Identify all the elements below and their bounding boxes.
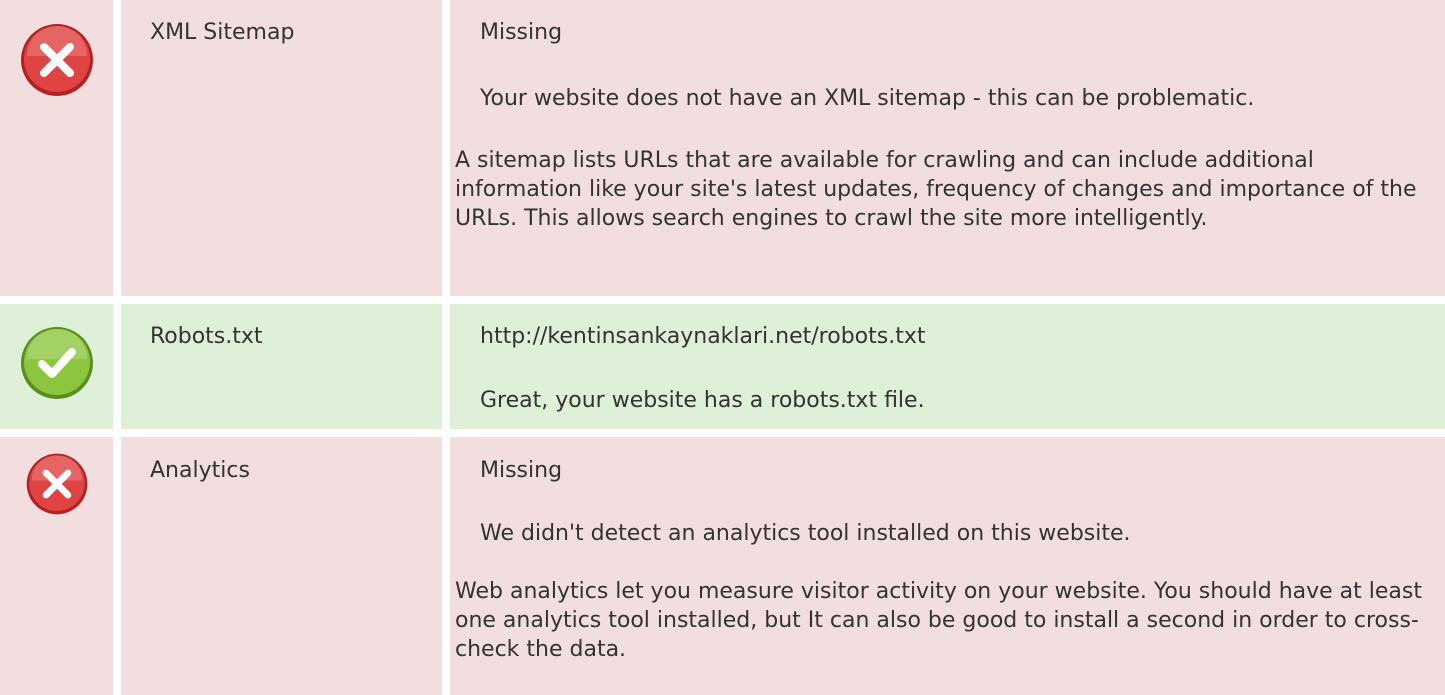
- check-message: We didn't detect an analytics tool insta…: [480, 521, 1131, 546]
- check-explanation: A sitemap lists URLs that are available …: [455, 148, 1417, 231]
- error-x-icon: [19, 22, 95, 98]
- check-name: Robots.txt: [150, 324, 263, 349]
- error-x-icon: [25, 452, 89, 516]
- check-name: XML Sitemap: [150, 20, 295, 45]
- check-name: Analytics: [150, 458, 250, 483]
- check-message: Your website does not have an XML sitema…: [480, 86, 1255, 111]
- check-value: Missing: [480, 20, 563, 45]
- check-url-link[interactable]: http://kentinsankaynaklari.net/robots.tx…: [480, 323, 925, 351]
- success-check-icon: [19, 325, 95, 401]
- check-value: Missing: [480, 458, 563, 483]
- seo-report: XML Sitemap Missing Your website does no…: [0, 0, 1445, 695]
- check-explanation: Web analytics let you measure visitor ac…: [455, 579, 1422, 662]
- check-message: Great, your website has a robots.txt fil…: [480, 388, 925, 413]
